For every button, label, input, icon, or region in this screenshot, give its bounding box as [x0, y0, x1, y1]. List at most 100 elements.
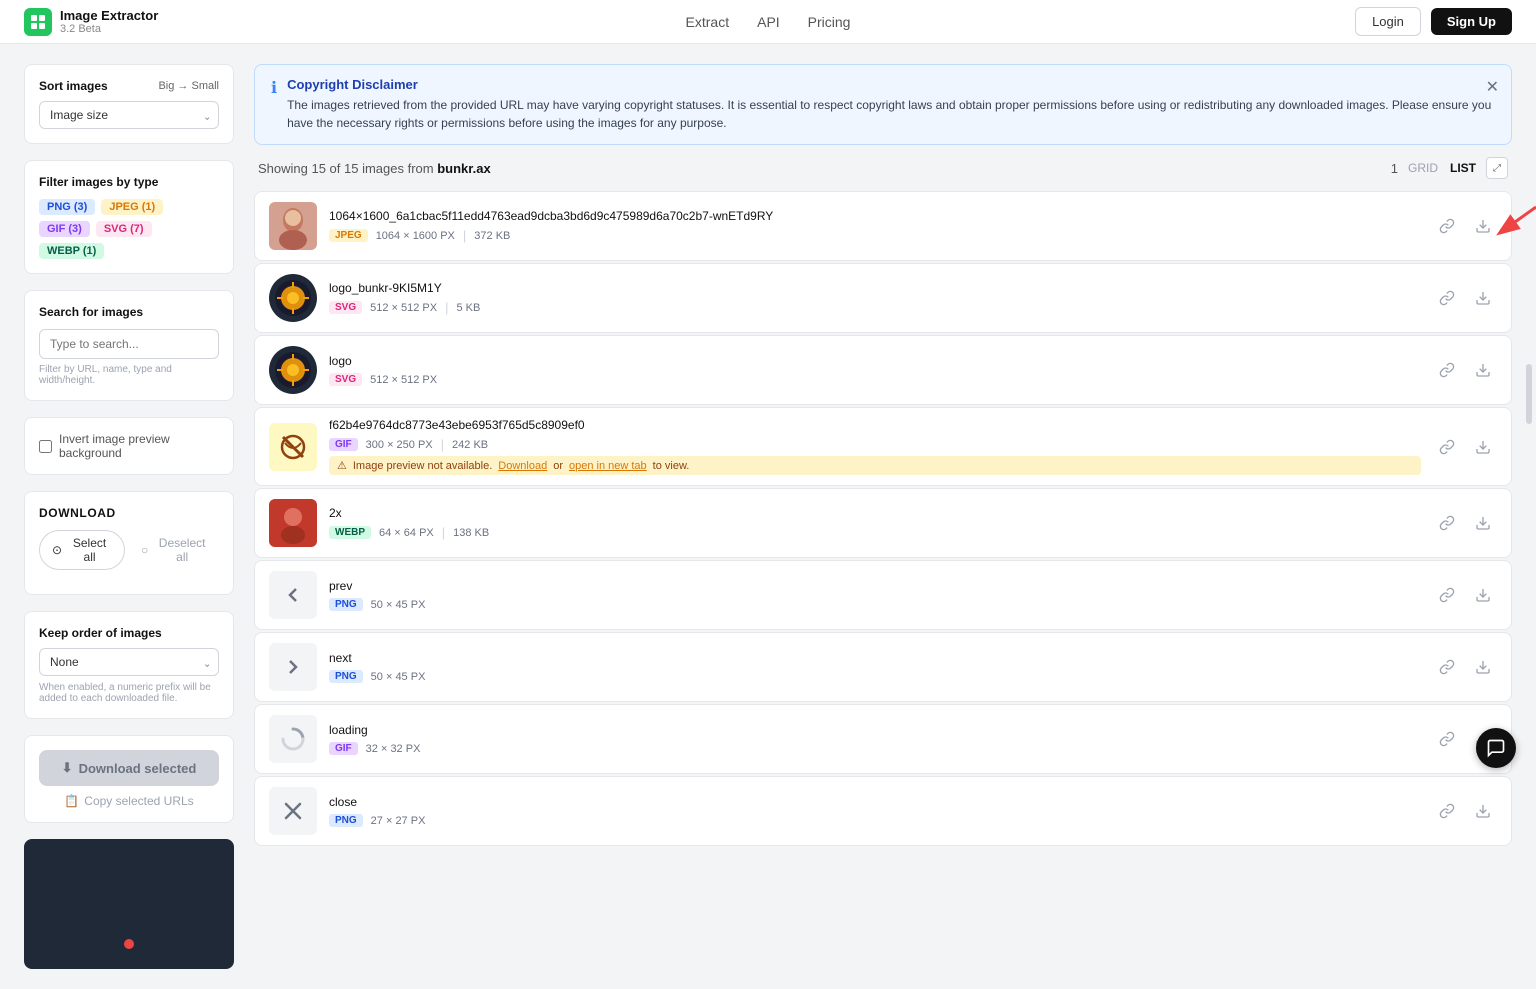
logo-area: Image Extractor 3.2 Beta	[24, 8, 158, 36]
sort-label: Sort images	[39, 79, 108, 93]
copy-link-button[interactable]	[1433, 653, 1461, 681]
download-image-button[interactable]	[1469, 356, 1497, 384]
type-badge: JPEG	[329, 229, 368, 242]
nav-pricing[interactable]: Pricing	[808, 14, 851, 30]
order-select[interactable]: None	[39, 648, 219, 676]
image-actions	[1433, 284, 1497, 312]
nav-api[interactable]: API	[757, 14, 780, 30]
copy-link-button[interactable]	[1433, 581, 1461, 609]
image-info: next PNG 50 × 45 PX	[329, 651, 1421, 683]
badge-png[interactable]: PNG (3)	[39, 199, 95, 215]
disclaimer-close-button[interactable]: ✕	[1486, 77, 1499, 97]
info-icon: ℹ	[271, 78, 277, 132]
image-thumbnail	[269, 643, 317, 691]
image-dims: 50 × 45 PX	[371, 671, 426, 683]
download-image-button[interactable]	[1469, 284, 1497, 312]
header-actions: Login Sign Up	[1355, 7, 1512, 36]
image-name: 1064×1600_6a1cbac5f11edd4763ead9dcba3bd6…	[329, 209, 1421, 223]
copy-link-button[interactable]	[1433, 284, 1461, 312]
search-input[interactable]	[39, 329, 219, 359]
download-button[interactable]: ⬇ Download selected	[39, 750, 219, 786]
copy-icon: 📋	[64, 794, 79, 808]
download-link[interactable]: Download	[498, 460, 547, 472]
copy-link-button[interactable]	[1433, 725, 1461, 753]
order-hint: When enabled, a numeric prefix will be a…	[39, 682, 219, 704]
image-actions	[1433, 212, 1497, 240]
image-thumbnail	[269, 346, 317, 394]
login-button[interactable]: Login	[1355, 7, 1421, 36]
image-name: close	[329, 795, 1421, 809]
results-header: Showing 15 of 15 images from bunkr.ax 1 …	[254, 157, 1512, 179]
image-list: 1064×1600_6a1cbac5f11edd4763ead9dcba3bd6…	[254, 191, 1512, 846]
chat-widget[interactable]	[1476, 728, 1516, 768]
image-info: logo SVG 512 × 512 PX	[329, 354, 1421, 386]
table-row: 2x WEBP 64 × 64 PX | 138 KB	[254, 488, 1512, 558]
copy-urls-button[interactable]: 📋 Copy selected URLs	[39, 794, 219, 808]
disclaimer-text: The images retrieved from the provided U…	[287, 96, 1495, 132]
sort-select-wrapper[interactable]: Image size	[39, 101, 219, 129]
image-info: f62b4e9764dc8773e43ebe6953f765d5c8909ef0…	[329, 418, 1421, 475]
type-badges: PNG (3) JPEG (1) GIF (3) SVG (7) WEBP (1…	[39, 199, 219, 259]
download-image-button[interactable]	[1469, 797, 1497, 825]
open-tab-link[interactable]: open in new tab	[569, 460, 647, 472]
preview-dot	[124, 939, 134, 949]
image-info: logo_bunkr-9KI5M1Y SVG 512 × 512 PX | 5 …	[329, 281, 1421, 315]
nav-extract[interactable]: Extract	[686, 14, 730, 30]
grid-toggle[interactable]: GRID	[1408, 161, 1438, 175]
image-meta: WEBP 64 × 64 PX | 138 KB	[329, 525, 1421, 540]
image-thumbnail	[269, 423, 317, 471]
image-dims: 512 × 512 PX	[370, 302, 437, 314]
badge-jpeg[interactable]: JPEG (1)	[101, 199, 163, 215]
image-dims: 1064 × 1600 PX	[376, 230, 455, 242]
copy-link-button[interactable]	[1433, 212, 1461, 240]
circle-icon: ○	[141, 543, 148, 557]
image-name: loading	[329, 723, 1421, 737]
app-version: 3.2 Beta	[60, 23, 158, 35]
invert-checkbox[interactable]	[39, 440, 52, 453]
nav: Extract API Pricing	[686, 14, 851, 30]
page-number: 1	[1391, 161, 1398, 176]
source-domain: bunkr.ax	[437, 161, 490, 176]
invert-label[interactable]: Invert image preview background	[39, 432, 219, 460]
image-meta: PNG 27 × 27 PX	[329, 814, 1421, 827]
image-meta: SVG 512 × 512 PX | 5 KB	[329, 300, 1421, 315]
sort-select[interactable]: Image size	[39, 101, 219, 129]
image-thumbnail	[269, 715, 317, 763]
copy-link-button[interactable]	[1433, 356, 1461, 384]
image-dims: 27 × 27 PX	[371, 815, 426, 827]
badge-svg[interactable]: SVG (7)	[96, 221, 152, 237]
download-image-button[interactable]	[1469, 433, 1497, 461]
select-all-button[interactable]: ⊙ Select all	[39, 530, 125, 570]
download-image-button[interactable]	[1469, 509, 1497, 537]
signup-button[interactable]: Sign Up	[1431, 8, 1512, 35]
image-actions	[1433, 433, 1497, 461]
image-info: 2x WEBP 64 × 64 PX | 138 KB	[329, 506, 1421, 540]
image-actions	[1433, 653, 1497, 681]
table-row: prev PNG 50 × 45 PX	[254, 560, 1512, 630]
badge-gif[interactable]: GIF (3)	[39, 221, 90, 237]
image-meta: PNG 50 × 45 PX	[329, 670, 1421, 683]
sort-header: Sort images Big → Small	[39, 79, 219, 93]
copy-link-button[interactable]	[1433, 433, 1461, 461]
sort-direction: Big → Small	[158, 80, 219, 92]
logo-icon	[24, 8, 52, 36]
deselect-all-button[interactable]: ○ Deselect all	[133, 530, 219, 570]
main-layout: Sort images Big → Small Image size Filte…	[0, 44, 1536, 989]
download-image-button[interactable]	[1469, 653, 1497, 681]
scrollbar[interactable]	[1526, 364, 1532, 424]
order-select-wrapper[interactable]: None	[39, 648, 219, 676]
download-image-button[interactable]	[1469, 212, 1497, 240]
header: Image Extractor 3.2 Beta Extract API Pri…	[0, 0, 1536, 44]
order-title: Keep order of images	[39, 626, 219, 640]
image-info: close PNG 27 × 27 PX	[329, 795, 1421, 827]
download-image-button[interactable]	[1469, 581, 1497, 609]
image-thumbnail	[269, 202, 317, 250]
copy-link-button[interactable]	[1433, 797, 1461, 825]
badge-webp[interactable]: WEBP (1)	[39, 243, 104, 259]
table-row: close PNG 27 × 27 PX	[254, 776, 1512, 846]
list-toggle[interactable]: LIST	[1450, 161, 1476, 175]
content-area: ℹ Copyright Disclaimer The images retrie…	[254, 64, 1512, 969]
expand-button[interactable]: ⤢	[1486, 157, 1508, 179]
copy-link-button[interactable]	[1433, 509, 1461, 537]
sidebar: Sort images Big → Small Image size Filte…	[24, 64, 234, 969]
